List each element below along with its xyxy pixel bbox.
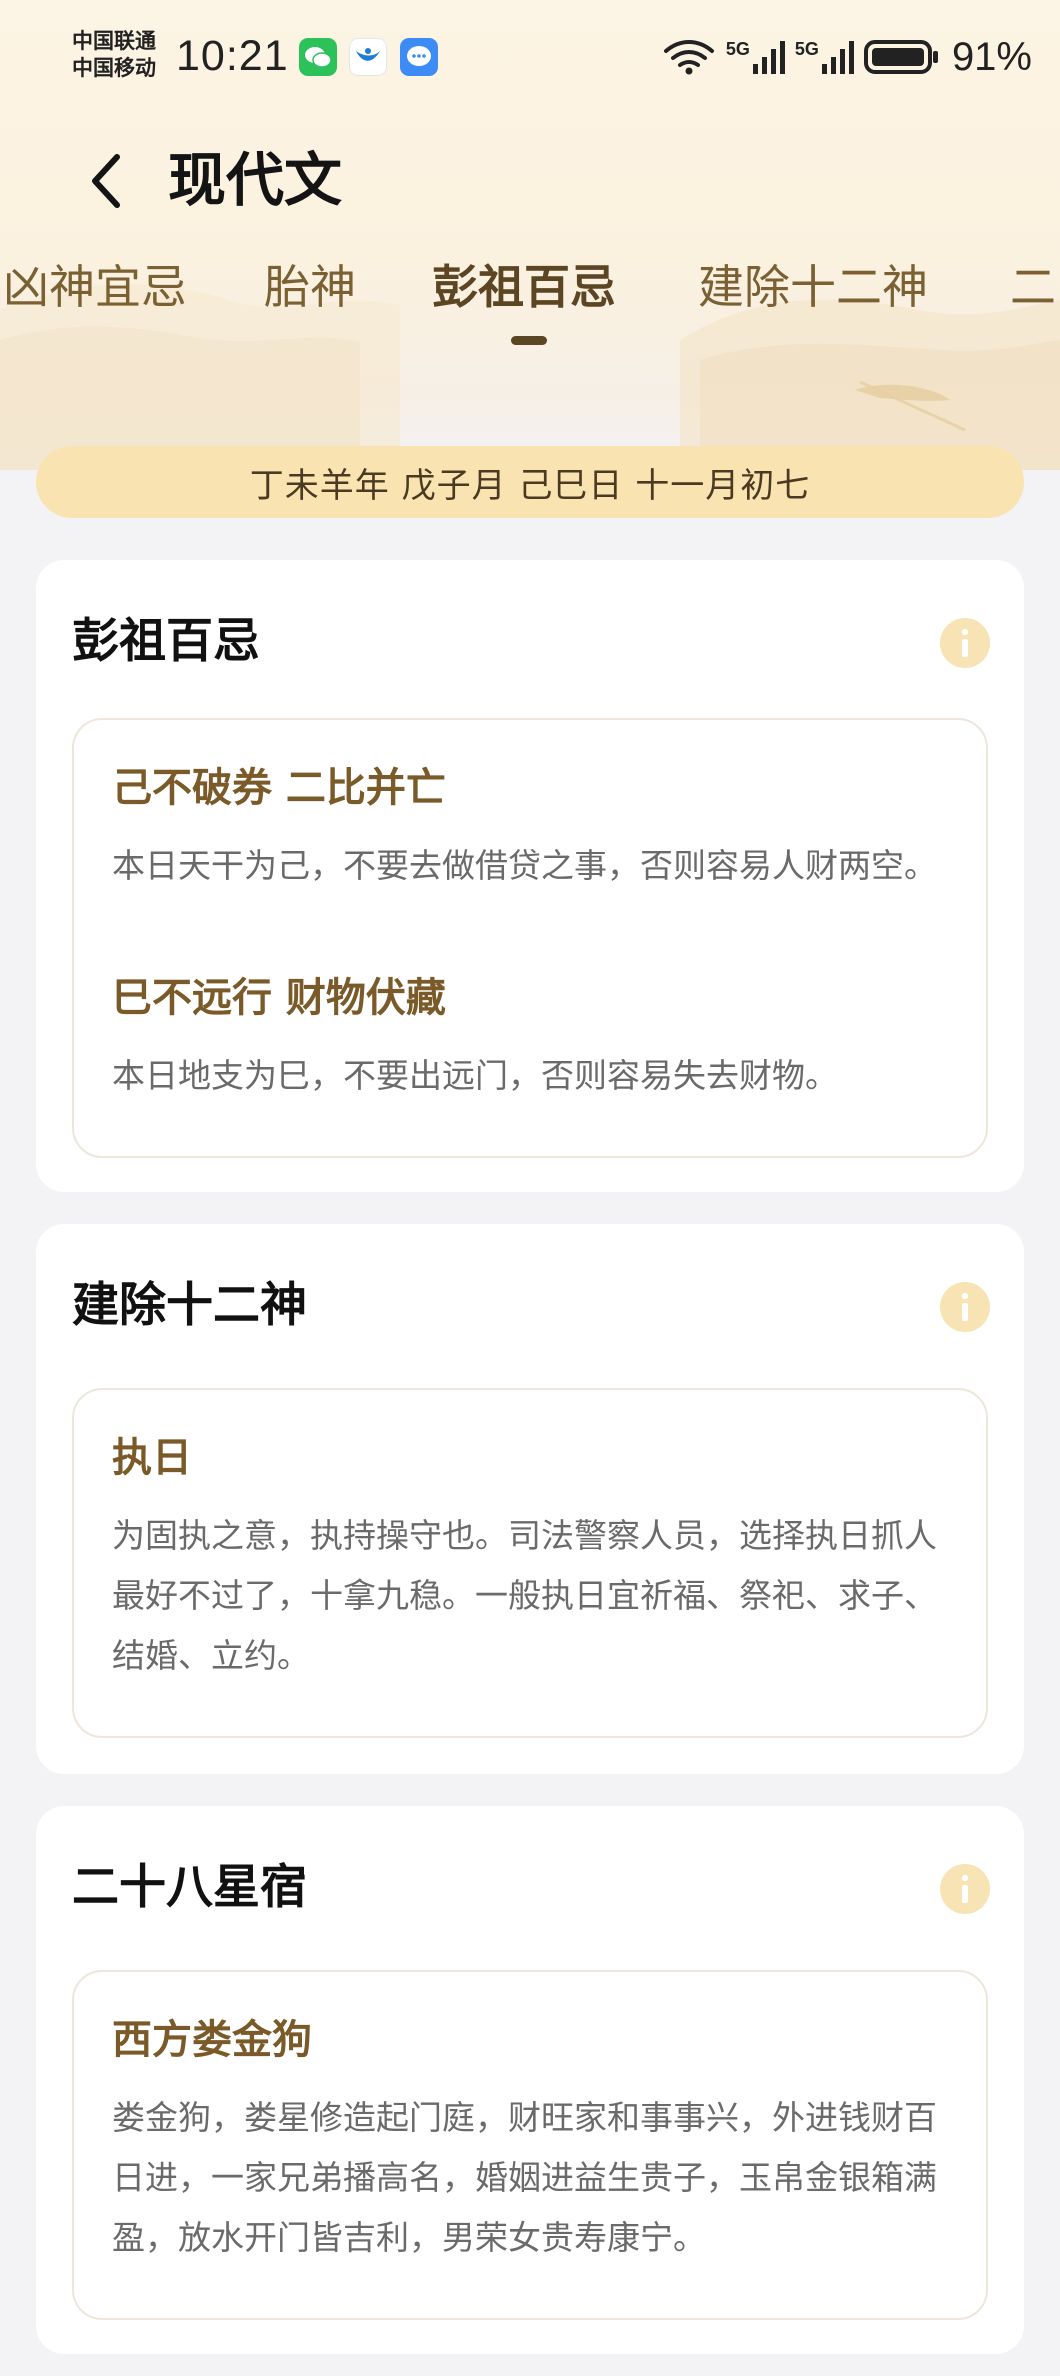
item-description: 本日天干为己，不要去做借贷之事，否则容易人财两空。 (112, 846, 937, 885)
carrier-2: 中国移动 (72, 56, 156, 80)
signal-2: 5G (795, 40, 854, 74)
info-icon (961, 1874, 969, 1903)
card-title: 彭祖百忌 (72, 614, 260, 669)
item-description: 为固执之意，执持操守也。司法警察人员，选择执日抓人最好不过了，十拿九稳。一般执日… (112, 1516, 937, 1675)
card-title: 建除十二神 (72, 1278, 307, 1333)
item-title: 巳不远行 财物伏藏 (112, 975, 446, 1021)
signal-icon (752, 41, 785, 74)
tab-taishen[interactable]: 胎神 (264, 252, 356, 322)
info-button[interactable] (940, 1864, 990, 1914)
carrier-1: 中国联通 (72, 29, 156, 53)
tab-ershiba[interactable]: 二 (1010, 252, 1056, 322)
content-box: 西方娄金狗 娄金狗，娄星修造起门庭，财旺家和事事兴，外进钱财百日进，一家兄弟播高… (72, 1970, 988, 2320)
item-title: 己不破券 二比并亡 (112, 765, 446, 811)
back-button[interactable] (76, 146, 136, 216)
page-title: 现代文 (168, 146, 343, 214)
carrier-info: 中国联通 中国移动 (72, 28, 156, 82)
tab-xiongshen[interactable]: 凶神宜忌 (3, 252, 187, 322)
bird-app-icon (349, 38, 387, 76)
wechat-icon (299, 38, 337, 76)
date-banner: 丁未羊年 戊子月 己巳日 十一月初七 (36, 446, 1024, 518)
item-title: 西方娄金狗 (112, 2017, 312, 2063)
card-title: 二十八星宿 (72, 1860, 307, 1915)
system-indicators: 5G 5G 91% (662, 32, 1032, 82)
info-icon (961, 1292, 969, 1321)
battery-icon (863, 40, 938, 74)
wifi-icon (663, 40, 714, 75)
info-icon (961, 628, 969, 657)
tab-pengzu[interactable]: 彭祖百忌 (432, 252, 616, 322)
item-description: 娄金狗，娄星修造起门庭，财旺家和事事兴，外进钱财百日进，一家兄弟播高名，婚姻进益… (112, 2098, 937, 2257)
battery-percentage: 91% (951, 34, 1032, 79)
status-bar: 中国联通 中国移动 10:21 5G 5G 91% (0, 0, 1060, 110)
signal-1: 5G (726, 40, 785, 74)
card-ershiba: 二十八星宿 西方娄金狗 娄金狗，娄星修造起门庭，财旺家和事事兴，外进钱财百日进，… (36, 1806, 1024, 2354)
info-button[interactable] (940, 1282, 990, 1332)
card-pengzu: 彭祖百忌 己不破券 二比并亡 本日天干为己，不要去做借贷之事，否则容易人财两空。… (36, 560, 1024, 1192)
message-icon (400, 38, 438, 76)
item-title: 执日 (112, 1435, 192, 1481)
info-button[interactable] (940, 618, 990, 668)
item-description: 本日地支为巳，不要出远门，否则容易失去财物。 (112, 1056, 838, 1095)
active-tab-indicator (511, 336, 547, 345)
tab-bar: 凶神宜忌 胎神 彭祖百忌 建除十二神 二 (0, 252, 1060, 342)
card-jianchu: 建除十二神 执日 为固执之意，执持操守也。司法警察人员，选择执日抓人最好不过了，… (36, 1224, 1024, 1774)
back-arrow-icon (92, 154, 120, 208)
clock: 10:21 (176, 32, 289, 80)
tab-jianchu[interactable]: 建除十二神 (698, 252, 928, 322)
content-box: 己不破券 二比并亡 本日天干为己，不要去做借贷之事，否则容易人财两空。 巳不远行… (72, 718, 988, 1158)
signal-icon (821, 41, 854, 74)
content-box: 执日 为固执之意，执持操守也。司法警察人员，选择执日抓人最好不过了，十拿九稳。一… (72, 1388, 988, 1738)
